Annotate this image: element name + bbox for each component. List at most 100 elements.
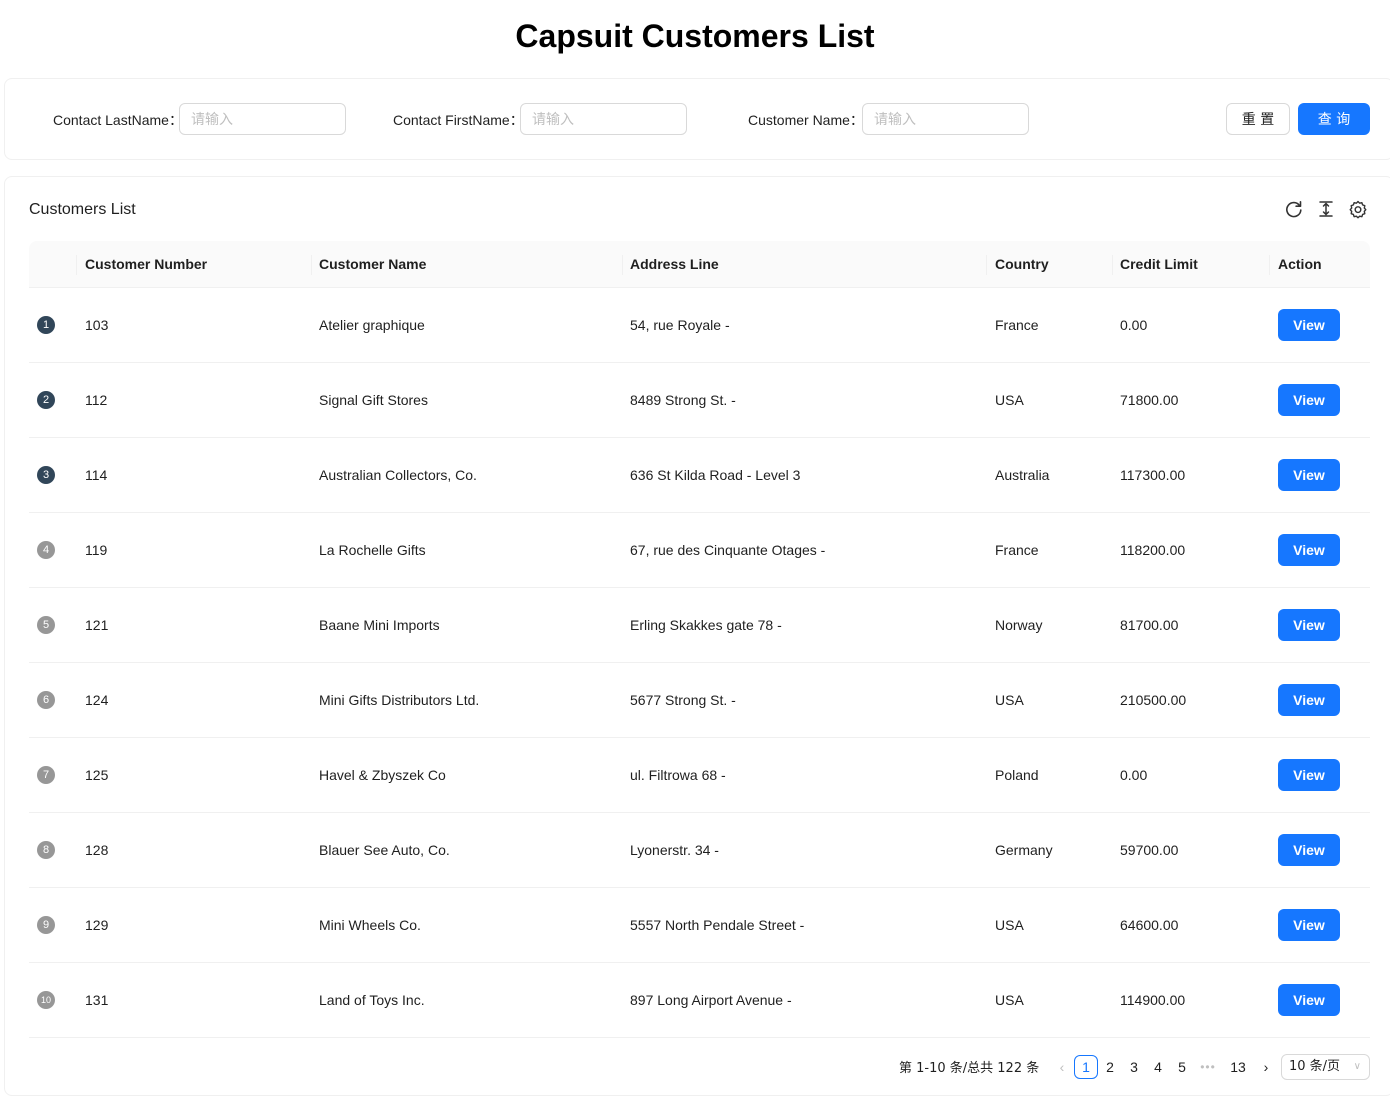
- page-4[interactable]: 4: [1146, 1055, 1170, 1079]
- cell-customer-name: Blauer See Auto, Co.: [319, 842, 450, 858]
- contact-firstname-label: Contact FirstName：: [393, 112, 524, 128]
- column-customer-name[interactable]: Customer Name: [311, 241, 426, 288]
- table-row: 10 131 Land of Toys Inc. 897 Long Airport A…: [29, 963, 1370, 1038]
- cell-customer-number: 128: [85, 842, 109, 858]
- row-index-badge: 8: [37, 841, 55, 859]
- pagination-total: 第 1-10 条/总共 122 条: [899, 1061, 1040, 1076]
- page-5[interactable]: 5: [1170, 1055, 1194, 1079]
- row-index-badge: 1: [37, 316, 55, 334]
- column-address-line[interactable]: Address Line: [622, 241, 719, 288]
- cell-address-line: 5557 North Pendale Street -: [630, 917, 805, 933]
- table-row: 8 128 Blauer See Auto, Co. Lyonerstr. 34 - G…: [29, 813, 1370, 888]
- query-button[interactable]: 查 询: [1298, 103, 1370, 135]
- view-button[interactable]: View: [1278, 834, 1340, 866]
- page-3[interactable]: 3: [1122, 1055, 1146, 1079]
- table-body: 1 103 Atelier graphique 54, rue Royale - Fra…: [29, 288, 1370, 1038]
- column-customer-number[interactable]: Customer Number: [77, 241, 207, 288]
- cell-customer-number: 103: [85, 317, 109, 333]
- cell-country: France: [995, 317, 1039, 333]
- cell-customer-name: Baane Mini Imports: [319, 617, 440, 633]
- view-button[interactable]: View: [1278, 534, 1340, 566]
- customer-name-input[interactable]: [862, 103, 1029, 135]
- contact-lastname-label: Contact LastName：: [53, 112, 183, 128]
- table-row: 6 124 Mini Gifts Distributors Ltd. 5677 Str…: [29, 663, 1370, 738]
- view-button[interactable]: View: [1278, 909, 1340, 941]
- column-country[interactable]: Country: [987, 241, 1049, 288]
- cell-address-line: Erling Skakkes gate 78 -: [630, 617, 782, 633]
- column-credit-limit[interactable]: Credit Limit: [1112, 241, 1198, 288]
- cell-address-line: Lyonerstr. 34 -: [630, 842, 719, 858]
- table-row: 3 114 Australian Collectors, Co. 636 St Kil…: [29, 438, 1370, 513]
- cell-credit-limit: 81700.00: [1120, 617, 1179, 633]
- table-row: 5 121 Baane Mini Imports Erling Skakkes gat…: [29, 588, 1370, 663]
- cell-customer-name: Atelier graphique: [319, 317, 425, 333]
- prev-page-icon[interactable]: ‹: [1050, 1055, 1074, 1079]
- page-size-value: 10 条/页: [1289, 1059, 1341, 1074]
- page-size-select[interactable]: 10 条/页 ∨: [1281, 1054, 1370, 1080]
- cell-credit-limit: 118200.00: [1120, 542, 1186, 558]
- cell-credit-limit: 0.00: [1120, 317, 1148, 333]
- cell-address-line: 8489 Strong St. -: [630, 392, 736, 408]
- table-header: Customer Number Customer Name Address Li…: [29, 241, 1370, 288]
- settings-icon[interactable]: [1348, 199, 1368, 219]
- cell-country: Norway: [995, 617, 1043, 633]
- cell-country: Poland: [995, 767, 1039, 783]
- reset-button[interactable]: 重 置: [1226, 103, 1290, 135]
- row-index-badge: 10: [37, 991, 55, 1009]
- view-button[interactable]: View: [1278, 384, 1340, 416]
- view-button[interactable]: View: [1278, 459, 1340, 491]
- cell-address-line: 5677 Strong St. -: [630, 692, 736, 708]
- cell-customer-number: 125: [85, 767, 109, 783]
- row-index-badge: 2: [37, 391, 55, 409]
- row-index-badge: 7: [37, 766, 55, 784]
- page-2[interactable]: 2: [1098, 1055, 1122, 1079]
- cell-customer-number: 112: [85, 392, 108, 408]
- column-action: Action: [1278, 256, 1322, 272]
- cell-country: USA: [995, 992, 1024, 1008]
- table-row: 9 129 Mini Wheels Co. 5557 North Pendale St…: [29, 888, 1370, 963]
- view-button[interactable]: View: [1278, 309, 1340, 341]
- row-index-badge: 6: [37, 691, 55, 709]
- table-row: 1 103 Atelier graphique 54, rue Royale - Fra…: [29, 288, 1370, 363]
- more-pages-ellipsis[interactable]: •••: [1196, 1055, 1220, 1079]
- contact-firstname-input[interactable]: [520, 103, 687, 135]
- cell-credit-limit: 0.00: [1120, 767, 1148, 783]
- pagination: 第 1-10 条/总共 122 条 ‹ 1 2 3 4 5 ••• 13 › 1…: [5, 1053, 1390, 1081]
- cell-customer-name: Signal Gift Stores: [319, 392, 428, 408]
- contact-lastname-input[interactable]: [179, 103, 346, 135]
- cell-customer-number: 114: [85, 467, 108, 483]
- view-button[interactable]: View: [1278, 984, 1340, 1016]
- cell-credit-limit: 117300.00: [1120, 467, 1186, 483]
- table-row: 7 125 Havel & Zbyszek Co ul. Filtrowa 68 - P…: [29, 738, 1370, 813]
- customers-list-card: Customers List Customer Number Customer …: [4, 176, 1390, 1096]
- next-page-icon[interactable]: ›: [1254, 1055, 1278, 1079]
- page-last[interactable]: 13: [1226, 1055, 1250, 1079]
- cell-customer-number: 121: [85, 617, 109, 633]
- customers-table: Customer Number Customer Name Address Li…: [29, 241, 1370, 1038]
- row-index-badge: 3: [37, 466, 55, 484]
- cell-customer-name: La Rochelle Gifts: [319, 542, 426, 558]
- cell-country: Germany: [995, 842, 1053, 858]
- list-title: Customers List: [29, 201, 136, 218]
- table-row: 2 112 Signal Gift Stores 8489 Strong St. - U…: [29, 363, 1370, 438]
- cell-country: Australia: [995, 467, 1050, 483]
- cell-customer-number: 129: [85, 917, 109, 933]
- cell-customer-number: 131: [85, 992, 109, 1008]
- view-button[interactable]: View: [1278, 684, 1340, 716]
- cell-credit-limit: 114900.00: [1120, 992, 1186, 1008]
- row-index-badge: 9: [37, 916, 55, 934]
- page-1[interactable]: 1: [1074, 1055, 1098, 1079]
- density-icon[interactable]: [1316, 199, 1336, 219]
- cell-credit-limit: 59700.00: [1120, 842, 1179, 858]
- cell-address-line: 67, rue des Cinquante Otages -: [630, 542, 826, 558]
- cell-address-line: 636 St Kilda Road - Level 3: [630, 467, 801, 483]
- cell-country: USA: [995, 692, 1024, 708]
- reload-icon[interactable]: [1284, 199, 1304, 219]
- row-index-badge: 4: [37, 541, 55, 559]
- page-title: Capsuit Customers List: [515, 18, 875, 54]
- cell-customer-name: Mini Wheels Co.: [319, 917, 421, 933]
- view-button[interactable]: View: [1278, 609, 1340, 641]
- customer-name-label: Customer Name：: [748, 112, 864, 128]
- cell-customer-number: 119: [85, 542, 108, 558]
- view-button[interactable]: View: [1278, 759, 1340, 791]
